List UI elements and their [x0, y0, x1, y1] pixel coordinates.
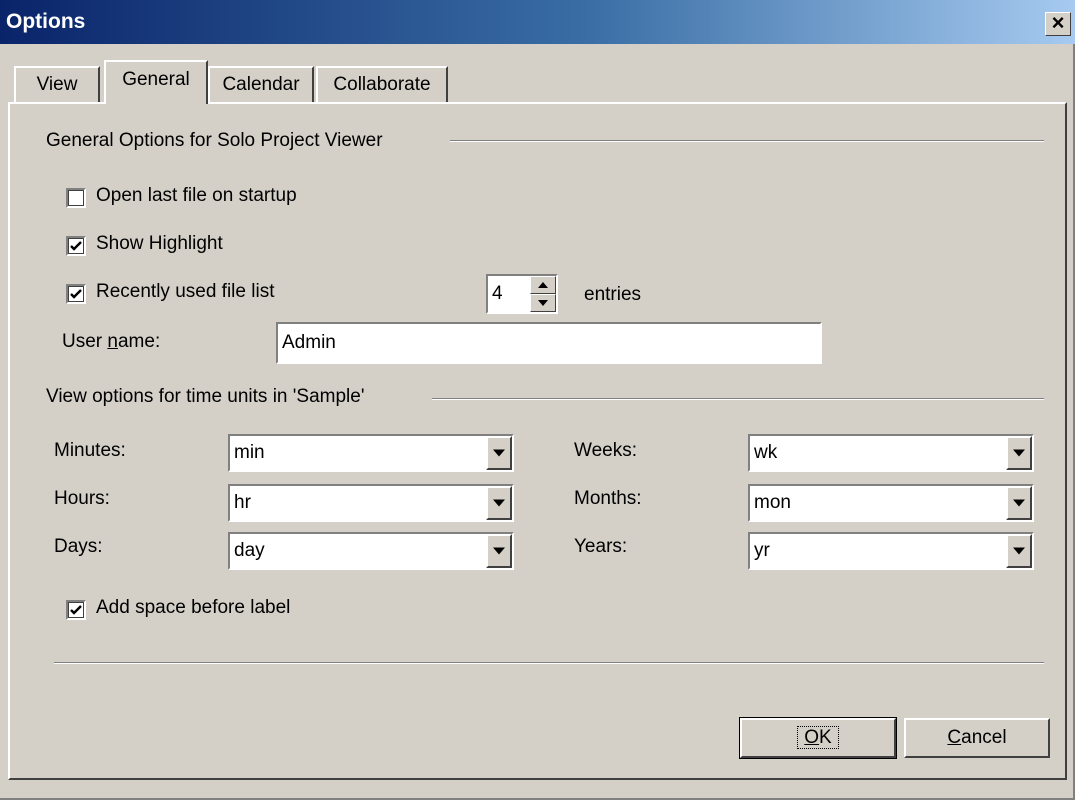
open-last-file-checkbox[interactable] — [66, 188, 86, 208]
window-title: Options — [6, 10, 86, 33]
time-units-section-title: View options for time units in 'Sample' — [46, 386, 365, 407]
weeks-select[interactable]: wk — [748, 434, 1034, 472]
years-dropdown-button[interactable] — [1006, 534, 1032, 568]
general-tab-panel: General Options for Solo Project Viewer … — [8, 102, 1067, 780]
tab-collaborate[interactable]: Collaborate — [316, 66, 448, 102]
tab-view-label: View — [36, 74, 78, 95]
ok-button-label: OK — [797, 726, 839, 749]
user-name-label: User name: — [62, 331, 161, 352]
tab-view[interactable]: View — [14, 66, 100, 102]
check-icon — [70, 605, 82, 615]
minutes-label: Minutes: — [54, 440, 126, 461]
cancel-button-label: Cancel — [947, 727, 1007, 748]
days-label: Days: — [54, 536, 103, 557]
months-value: mon — [754, 492, 791, 513]
tab-calendar[interactable]: Calendar — [208, 66, 314, 102]
hours-dropdown-button[interactable] — [486, 486, 512, 520]
spin-down-button[interactable] — [530, 294, 556, 312]
minutes-select[interactable]: min — [228, 434, 514, 472]
months-dropdown-button[interactable] — [1006, 486, 1032, 520]
tab-general-label: General — [122, 69, 190, 90]
recent-files-label: Recently used file list — [96, 281, 275, 302]
triangle-down-icon — [493, 547, 505, 555]
spin-up-button[interactable] — [530, 276, 556, 294]
add-space-label: Add space before label — [96, 597, 291, 618]
user-name-input[interactable]: Admin — [276, 322, 822, 364]
open-last-file-label: Open last file on startup — [96, 185, 297, 206]
options-dialog: Options × View General Calendar Collabor… — [0, 0, 1075, 800]
recent-files-checkbox[interactable] — [66, 284, 86, 304]
general-section-title: General Options for Solo Project Viewer — [46, 130, 383, 151]
triangle-down-icon — [1013, 547, 1025, 555]
user-name-value: Admin — [282, 332, 336, 353]
months-select[interactable]: mon — [748, 484, 1034, 522]
recent-files-count-spinner[interactable]: 4 — [486, 274, 558, 314]
hours-select[interactable]: hr — [228, 484, 514, 522]
add-space-checkbox[interactable] — [66, 600, 86, 620]
title-bar[interactable]: Options × — [0, 0, 1075, 44]
close-button[interactable]: × — [1045, 12, 1071, 36]
tab-collaborate-label: Collaborate — [333, 74, 431, 95]
weeks-dropdown-button[interactable] — [1006, 436, 1032, 470]
check-icon — [70, 241, 82, 251]
triangle-down-icon — [493, 449, 505, 457]
show-highlight-label: Show Highlight — [96, 233, 223, 254]
tab-calendar-label: Calendar — [222, 74, 300, 95]
triangle-down-icon — [538, 300, 548, 306]
days-select[interactable]: day — [228, 532, 514, 570]
triangle-down-icon — [1013, 449, 1025, 457]
weeks-label: Weeks: — [574, 440, 638, 461]
section-divider — [432, 398, 1044, 400]
section-divider — [450, 140, 1044, 142]
months-label: Months: — [574, 488, 642, 509]
hours-label: Hours: — [54, 488, 110, 509]
years-label: Years: — [574, 536, 628, 557]
recent-files-count-value: 4 — [492, 283, 503, 304]
minutes-dropdown-button[interactable] — [486, 436, 512, 470]
check-icon — [70, 289, 82, 299]
years-select[interactable]: yr — [748, 532, 1034, 570]
close-icon: × — [1051, 10, 1065, 35]
bottom-divider — [54, 662, 1044, 664]
show-highlight-checkbox[interactable] — [66, 236, 86, 256]
triangle-down-icon — [493, 499, 505, 507]
minutes-value: min — [234, 442, 265, 463]
recent-files-suffix: entries — [584, 284, 642, 305]
hours-value: hr — [234, 492, 251, 513]
tab-general[interactable]: General — [104, 60, 208, 104]
weeks-value: wk — [754, 442, 778, 463]
days-value: day — [234, 540, 265, 561]
triangle-up-icon — [538, 282, 548, 288]
cancel-button[interactable]: Cancel — [904, 718, 1050, 758]
years-value: yr — [754, 540, 770, 561]
triangle-down-icon — [1013, 499, 1025, 507]
days-dropdown-button[interactable] — [486, 534, 512, 568]
ok-button[interactable]: OK — [739, 717, 897, 759]
